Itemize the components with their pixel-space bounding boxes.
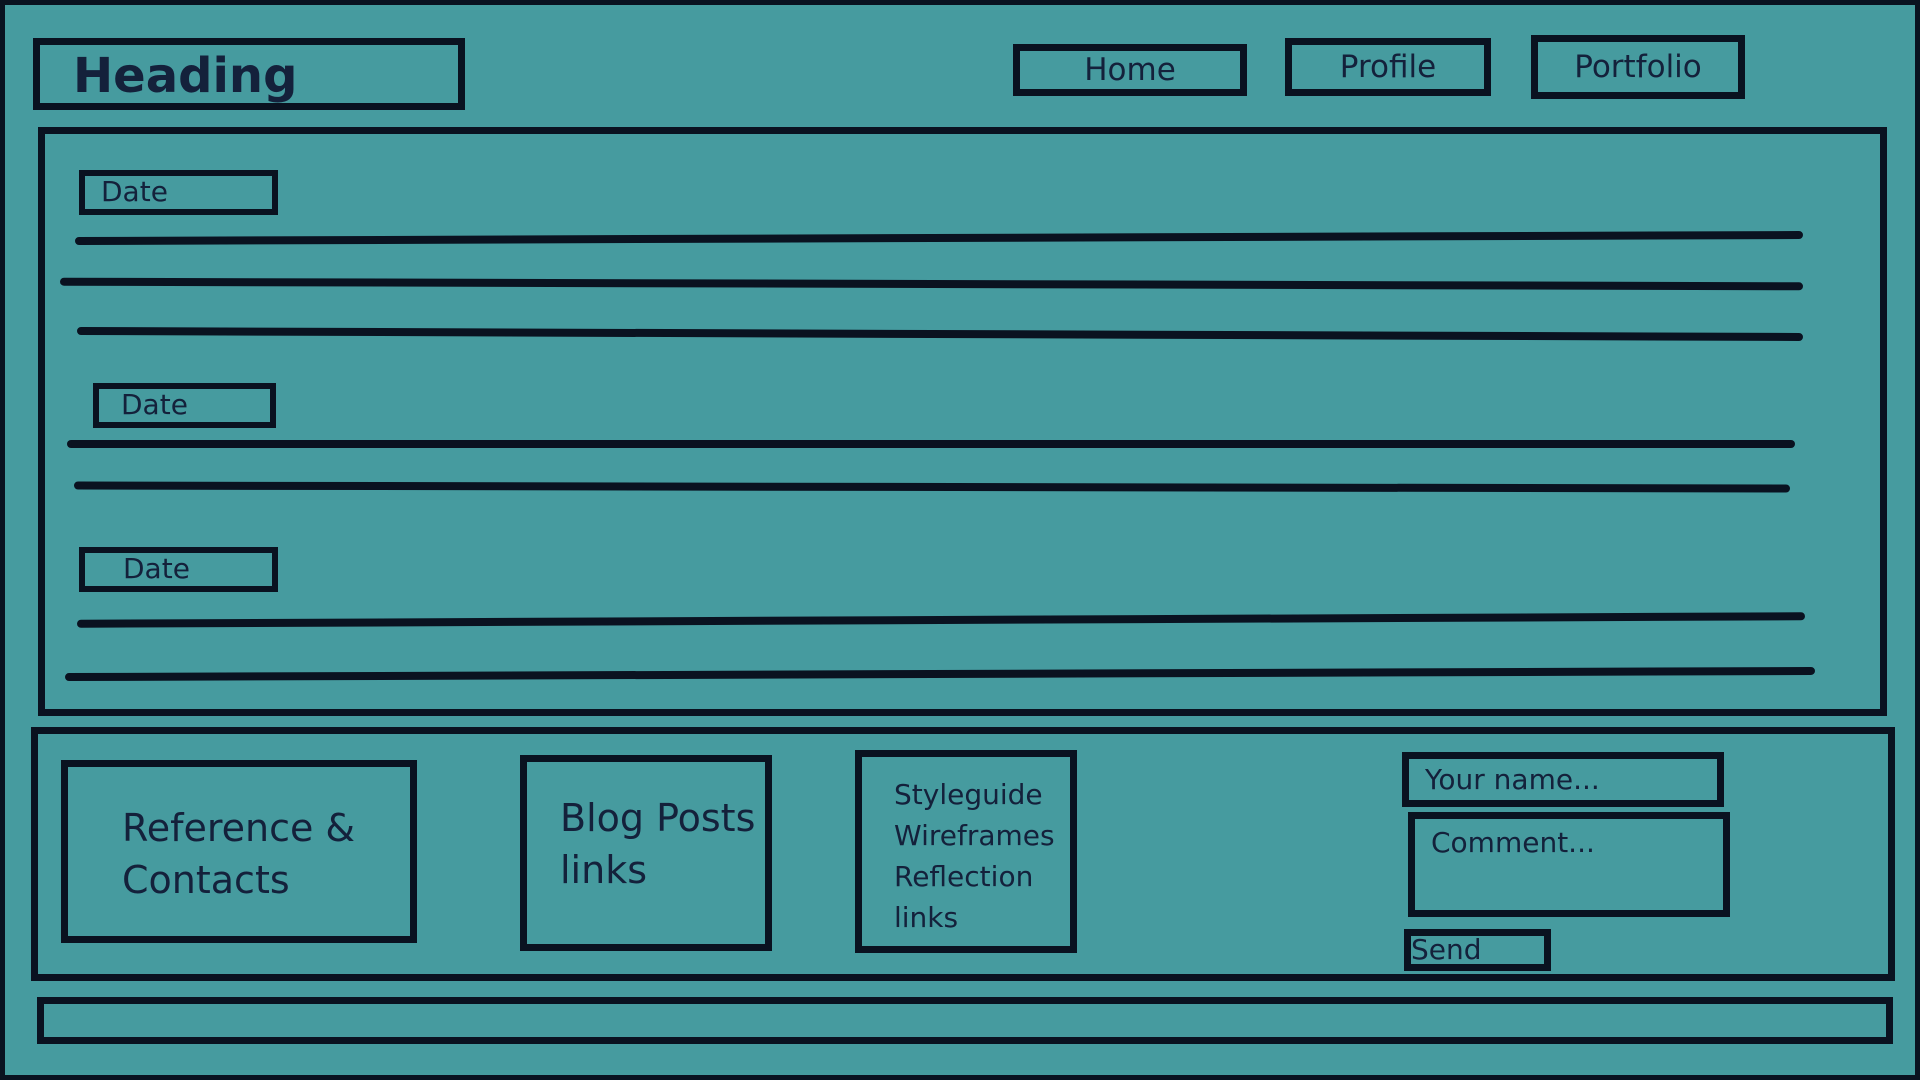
post-date-3: Date	[79, 547, 278, 592]
reference-contacts-card[interactable]: Reference & Contacts	[61, 760, 417, 943]
blog-posts-line-1: Blog Posts	[560, 796, 756, 840]
post-date-2: Date	[93, 383, 276, 428]
blog-posts-links-card[interactable]: Blog Posts links	[520, 755, 772, 951]
wireframes-link[interactable]: Wireframes	[894, 815, 1070, 856]
styleguide-links-card: Styleguide Wireframes Reflection links	[855, 750, 1077, 953]
blog-content-area: Date Date Date	[38, 127, 1887, 716]
wireframe-page: Heading Home Profile Portfolio Date Date…	[0, 0, 1920, 1080]
site-heading: Heading	[73, 48, 298, 104]
post-text-line	[59, 277, 1804, 291]
links-label: links	[894, 901, 959, 934]
reference-contacts-line-1: Reference &	[122, 806, 356, 850]
your-name-input[interactable]	[1402, 752, 1724, 807]
post-date-1: Date	[79, 170, 278, 215]
send-button[interactable]: Send	[1404, 929, 1551, 971]
bottom-bar	[37, 997, 1893, 1044]
blog-posts-line-2: links	[560, 848, 648, 892]
post-text-line	[67, 440, 1795, 448]
site-heading-box: Heading	[33, 38, 465, 110]
reference-contacts-line-2: Contacts	[122, 858, 290, 902]
post-text-line	[76, 326, 1804, 342]
footer-section: Reference & Contacts Blog Posts links St…	[31, 727, 1895, 981]
nav-portfolio-button[interactable]: Portfolio	[1531, 35, 1745, 99]
post-text-line	[74, 230, 1804, 246]
comment-textarea[interactable]	[1408, 812, 1730, 917]
nav-profile-button[interactable]: Profile	[1285, 38, 1491, 96]
nav-home-button[interactable]: Home	[1013, 44, 1247, 96]
post-text-line	[76, 612, 1806, 628]
reflection-link[interactable]: Reflection	[894, 856, 1070, 897]
post-text-line	[64, 666, 1816, 682]
post-text-line	[73, 481, 1791, 493]
styleguide-link[interactable]: Styleguide	[894, 774, 1070, 815]
